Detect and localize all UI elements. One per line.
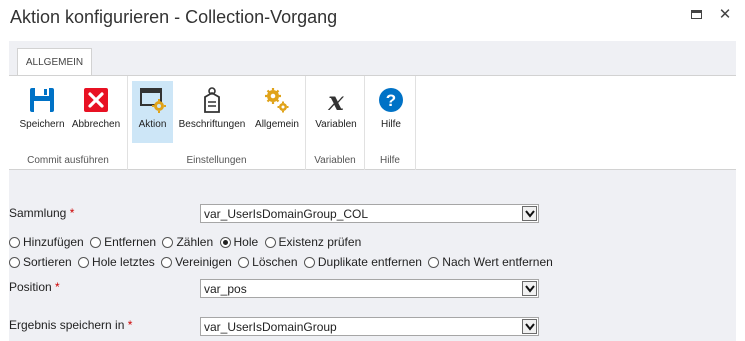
action-button[interactable]: Aktion [132,81,173,143]
tag-icon [198,85,226,115]
ribbon: Speichern Abbrechen Commit ausführen Akt… [9,75,736,170]
radio-button[interactable] [428,256,440,268]
radio-button[interactable] [238,256,250,268]
variable-x-icon: x [322,85,350,117]
tab-allgemein[interactable]: ALLGEMEIN [17,48,92,76]
result-label-text: Ergebnis speichern in [9,318,125,332]
required-marker: * [69,206,75,220]
ribbon-group-hilfe: ? Hilfe Hilfe [365,76,416,170]
radio-remove-duplicates[interactable]: Duplikate entfernen [303,255,422,269]
operation-radio-row-2: Sortieren Hole letztes Vereinigen Lösche… [9,255,556,271]
radio-clear[interactable]: Löschen [238,255,298,269]
position-select[interactable]: var_pos [200,279,539,298]
required-marker: * [55,280,60,294]
save-button[interactable]: Speichern [14,81,70,143]
variables-label: Variablen [315,119,357,130]
radio-button[interactable] [162,236,174,248]
close-icon: ✕ [718,6,732,23]
ribbon-group-einstellungen: Aktion Beschriftungen Allgemein Einstell… [128,76,306,170]
radio-get-last[interactable]: Hole letztes [78,255,155,269]
position-select-value: var_pos [204,282,247,296]
radio-label: Hole letztes [92,255,155,269]
help-icon: ? [377,85,405,115]
radio-remove[interactable]: Entfernen [90,235,156,249]
radio-label: Zählen [176,235,214,249]
svg-text:?: ? [386,91,396,110]
variables-button[interactable]: x Variablen [310,81,362,143]
radio-add[interactable]: Hinzufügen [9,235,84,249]
maximize-button[interactable] [690,8,704,22]
radio-exists[interactable]: Existenz prüfen [264,235,362,249]
radio-label: Hinzufügen [23,235,84,249]
cancel-icon [82,85,110,115]
help-button[interactable]: ? Hilfe [369,81,413,143]
radio-join[interactable]: Vereinigen [161,255,232,269]
result-label: Ergebnis speichern in * [9,318,132,332]
position-label-text: Position [9,280,52,294]
radio-button[interactable] [264,236,276,248]
general-button[interactable]: Allgemein [251,81,303,143]
radio-button[interactable] [303,256,315,268]
radio-button[interactable] [161,256,173,268]
action-label: Aktion [138,119,167,130]
ribbon-group-commit: Speichern Abbrechen Commit ausführen [9,76,128,170]
result-select-value: var_UserIsDomainGroup [204,320,337,334]
ribbon-group-label: Variablen [314,155,356,166]
chevron-down-icon [522,281,537,296]
radio-label: Nach Wert entfernen [442,255,553,269]
cancel-button[interactable]: Abbrechen [68,81,124,143]
operation-radio-row-1: Hinzufügen Entfernen Zählen Hole Existen… [9,235,364,251]
collection-select[interactable]: var_UserIsDomainGroup_COL [200,204,539,223]
chevron-down-icon [522,206,537,221]
help-label: Hilfe [380,119,401,130]
radio-sort[interactable]: Sortieren [9,255,72,269]
radio-label: Hole [233,235,259,249]
radio-label: Löschen [252,255,298,269]
window-title: Aktion konfigurieren - Collection-Vorgan… [10,7,338,27]
chevron-down-icon [522,319,537,334]
save-label: Speichern [19,119,65,130]
ribbon-group-variablen: x Variablen Variablen [306,76,365,170]
radio-label: Duplikate entfernen [317,255,422,269]
close-button[interactable]: ✕ [718,6,732,23]
collection-select-value: var_UserIsDomainGroup_COL [204,207,369,221]
cancel-label: Abbrechen [71,119,121,130]
labels-button[interactable]: Beschriftungen [176,81,248,143]
radio-button[interactable] [9,236,20,248]
radio-count[interactable]: Zählen [162,235,213,249]
required-marker: * [127,318,133,332]
labels-label: Beschriftungen [178,119,246,130]
radio-button[interactable] [219,236,231,248]
radio-button[interactable] [9,256,20,268]
radio-get[interactable]: Hole [219,235,259,249]
radio-label: Vereinigen [175,255,232,269]
radio-remove-by-value[interactable]: Nach Wert entfernen [428,255,553,269]
radio-label: Existenz prüfen [278,235,362,249]
svg-text:x: x [327,87,344,115]
radio-label: Entfernen [104,235,157,249]
position-label: Position * [9,280,60,294]
save-icon [28,85,56,115]
gears-icon [263,85,291,115]
collection-label: Sammlung * [9,206,74,220]
result-select[interactable]: var_UserIsDomainGroup [200,317,539,336]
maximize-icon [691,10,702,19]
action-settings-icon [139,85,167,115]
ribbon-group-label: Commit ausführen [27,155,109,166]
dialog-body: ALLGEMEIN Speichern Abbrechen Commit aus… [9,41,736,341]
collection-label-text: Sammlung [9,206,67,220]
radio-label: Sortieren [23,255,72,269]
ribbon-group-label: Hilfe [379,155,400,166]
ribbon-group-label: Einstellungen [186,155,247,166]
general-label: Allgemein [255,119,299,130]
radio-button[interactable] [78,256,90,268]
radio-button[interactable] [90,236,102,248]
